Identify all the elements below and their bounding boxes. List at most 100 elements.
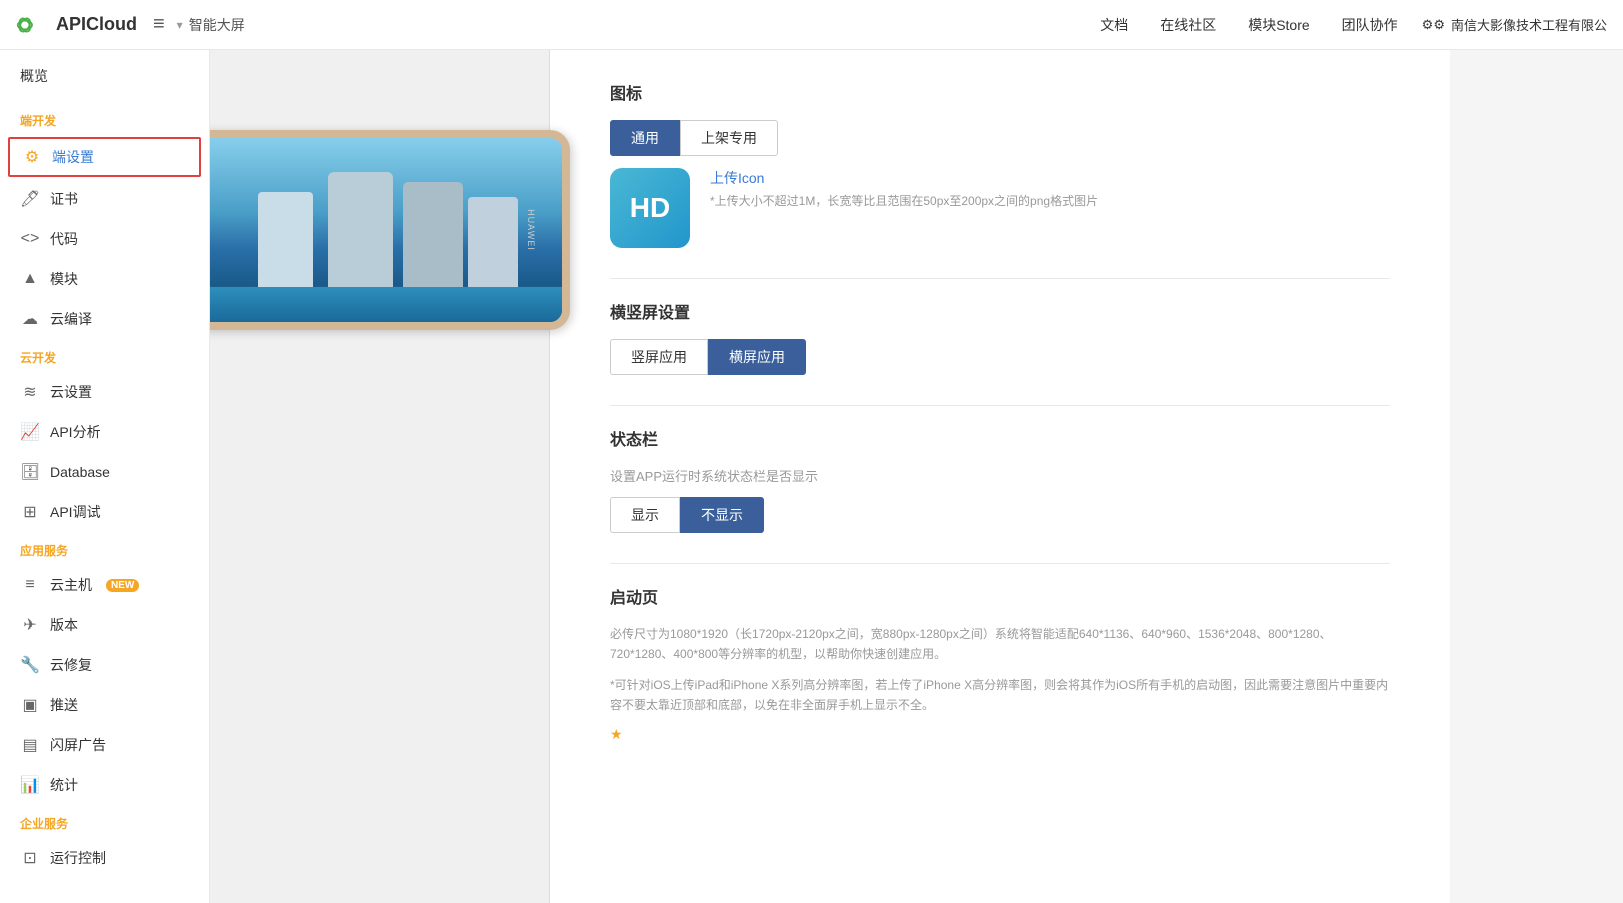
sidebar-section-qiye: 企业服务 — [0, 805, 209, 838]
nav-community[interactable]: 在线社区 — [1160, 15, 1216, 35]
breadcrumb-text: 智能大屏 — [189, 15, 245, 35]
sidebar-item-label: 端设置 — [52, 147, 94, 167]
divider-3 — [610, 563, 1390, 564]
settings-panel: 图标 通用 上架专用 HD 上传Icon *上传大小不超过1M，长宽等比且范围在… — [550, 50, 1450, 903]
control-icon: ⊡ — [20, 848, 40, 868]
sidebar-item-label: 统计 — [50, 775, 78, 795]
sidebar-item-overview[interactable]: 概览 — [0, 50, 209, 102]
sidebar-item-label: 云主机 — [50, 575, 92, 595]
sidebar-item-tuisong[interactable]: ▣ 推送 — [0, 685, 209, 725]
stats-icon: 📊 — [20, 775, 40, 795]
wrench-icon: 🔧 — [20, 655, 40, 675]
sidebar-item-label: Database — [50, 464, 110, 480]
sidebar-item-label: 模块 — [50, 269, 78, 289]
sidebar-item-tongji[interactable]: 📊 统计 — [0, 765, 209, 805]
sidebar-item-label: 运行控制 — [50, 848, 106, 868]
launch-section-title: 启动页 — [610, 584, 1390, 608]
phone-mockup-container: HUAWEI — [210, 130, 570, 330]
chart-icon: 📈 — [20, 422, 40, 442]
sidebar-section-duankaifa: 端开发 — [0, 102, 209, 135]
icon-upload-info: 上传Icon *上传大小不超过1M，长宽等比且范围在50px至200px之间的p… — [710, 168, 1098, 209]
upload-icon-hint: *上传大小不超过1M，长宽等比且范围在50px至200px之间的png格式图片 — [710, 192, 1098, 209]
icon-upload-area: HD 上传Icon *上传大小不超过1M，长宽等比且范围在50px至200px之… — [610, 168, 1390, 248]
icon-tab-general[interactable]: 通用 — [610, 120, 680, 156]
api-test-icon: ⊞ — [20, 502, 40, 522]
sidebar-section-yunkaifa: 云开发 — [0, 339, 209, 372]
user-menu[interactable]: ⚙⚙ 南信大影像技术工程有限公 — [1422, 15, 1607, 34]
icon-tab-shelf[interactable]: 上架专用 — [680, 120, 778, 156]
new-badge: NEW — [106, 579, 139, 592]
orientation-tab-landscape[interactable]: 横屏应用 — [708, 339, 806, 375]
user-name: 南信大影像技术工程有限公 — [1451, 15, 1607, 34]
statusbar-tab-show[interactable]: 显示 — [610, 497, 680, 533]
orientation-section: 横竖屏设置 竖屏应用 横屏应用 — [610, 299, 1390, 375]
icon-tab-group: 通用 上架专用 — [610, 120, 1390, 156]
menu-toggle-icon[interactable]: ≡ — [153, 13, 165, 36]
sidebar-item-duan-shezhi[interactable]: ⚙ 端设置 — [8, 137, 201, 177]
nav-team[interactable]: 团队协作 — [1342, 15, 1398, 35]
phone-mockup: HUAWEI — [210, 130, 570, 330]
db-icon: 🗄 — [20, 462, 40, 482]
launch-desc-2: *可针对iOS上传iPad和iPhone X系列高分辨率图，若上传了iPhone… — [610, 675, 1390, 716]
module-icon: ▲ — [20, 270, 40, 288]
nav-docs[interactable]: 文档 — [1100, 15, 1128, 35]
sidebar-item-yunxing-kongzhi[interactable]: ⊡ 运行控制 — [0, 838, 209, 878]
sidebar-item-label: 推送 — [50, 695, 78, 715]
sidebar-item-shanping-guanggao[interactable]: ▤ 闪屏广告 — [0, 725, 209, 765]
phone-brand-label: HUAWEI — [526, 209, 536, 251]
breadcrumb-arrow: ▾ — [177, 18, 183, 32]
sidebar-item-label: 证书 — [50, 189, 78, 209]
sidebar-item-label: 云修复 — [50, 655, 92, 675]
icon-section-title: 图标 — [610, 80, 1390, 104]
sidebar-item-database[interactable]: 🗄 Database — [0, 452, 209, 492]
launch-desc-1: 必传尺寸为1080*1920（长1720px-2120px之间，宽880px-1… — [610, 624, 1390, 665]
ad-icon: ▤ — [20, 735, 40, 755]
launch-star: ★ — [610, 726, 623, 742]
code-icon: <> — [20, 230, 40, 248]
nav-store[interactable]: 模块Store — [1248, 15, 1309, 35]
sidebar-item-api-fenxi[interactable]: 📈 API分析 — [0, 412, 209, 452]
orientation-tab-portrait[interactable]: 竖屏应用 — [610, 339, 708, 375]
sidebar-item-yun-zhuji[interactable]: ≡ 云主机 NEW — [0, 565, 209, 605]
upload-icon-link[interactable]: 上传Icon — [710, 170, 764, 186]
divider-1 — [610, 278, 1390, 279]
sidebar-item-banben[interactable]: ✈ 版本 — [0, 605, 209, 645]
cloud-settings-icon: ≋ — [20, 382, 40, 402]
sidebar-item-yun-shezhi[interactable]: ≋ 云设置 — [0, 372, 209, 412]
logo-text: APICloud — [56, 14, 137, 35]
sidebar-item-label: 云编译 — [50, 309, 92, 329]
sidebar-item-mokuai[interactable]: ▲ 模块 — [0, 259, 209, 299]
statusbar-section-title: 状态栏 — [610, 426, 1390, 450]
nav-links: 文档 在线社区 模块Store 团队协作 — [1100, 15, 1397, 35]
server-icon: ≡ — [20, 576, 40, 594]
statusbar-desc: 设置APP运行时系统状态栏是否显示 — [610, 466, 1390, 485]
sidebar-section-yingyong: 应用服务 — [0, 532, 209, 565]
divider-2 — [610, 405, 1390, 406]
gear-icon: ⚙ — [22, 147, 42, 167]
launch-section: 启动页 必传尺寸为1080*1920（长1720px-2120px之间，宽880… — [610, 584, 1390, 743]
sidebar-item-zhengshu[interactable]: 🖊 证书 — [0, 179, 209, 219]
sidebar: 概览 端开发 ⚙ 端设置 🖊 证书 <> 代码 ▲ 模块 ☁ 云编译 云开发 ≋… — [0, 50, 210, 903]
icon-preview-box: HD — [610, 168, 690, 248]
main-layout: 概览 端开发 ⚙ 端设置 🖊 证书 <> 代码 ▲ 模块 ☁ 云编译 云开发 ≋… — [0, 50, 1623, 903]
sidebar-item-label: 代码 — [50, 229, 78, 249]
top-nav: APICloud ≡ ▾ 智能大屏 文档 在线社区 模块Store 团队协作 ⚙… — [0, 0, 1623, 50]
sidebar-item-yunbianyì[interactable]: ☁ 云编译 — [0, 299, 209, 339]
user-settings-icon: ⚙⚙ — [1422, 17, 1445, 33]
icon-section: 图标 通用 上架专用 HD 上传Icon *上传大小不超过1M，长宽等比且范围在… — [610, 80, 1390, 248]
statusbar-section: 状态栏 设置APP运行时系统状态栏是否显示 显示 不显示 — [610, 426, 1390, 533]
breadcrumb: ▾ 智能大屏 — [177, 15, 245, 35]
sidebar-item-yunxiufu[interactable]: 🔧 云修复 — [0, 645, 209, 685]
sidebar-item-api-tiaoshi[interactable]: ⊞ API调试 — [0, 492, 209, 532]
content-area: HUAWEI 图标 通用 上架专用 — [210, 50, 1623, 903]
sidebar-item-label: 版本 — [50, 615, 78, 635]
orientation-tab-group: 竖屏应用 横屏应用 — [610, 339, 1390, 375]
sidebar-item-daima[interactable]: <> 代码 — [0, 219, 209, 259]
sidebar-item-label: API分析 — [50, 422, 101, 442]
statusbar-tab-group: 显示 不显示 — [610, 497, 1390, 533]
sidebar-item-label: API调试 — [50, 502, 101, 522]
statusbar-tab-hide[interactable]: 不显示 — [680, 497, 764, 533]
push-icon: ▣ — [20, 695, 40, 715]
cloud-code-icon: ☁ — [20, 309, 40, 329]
logo: APICloud — [16, 9, 137, 41]
